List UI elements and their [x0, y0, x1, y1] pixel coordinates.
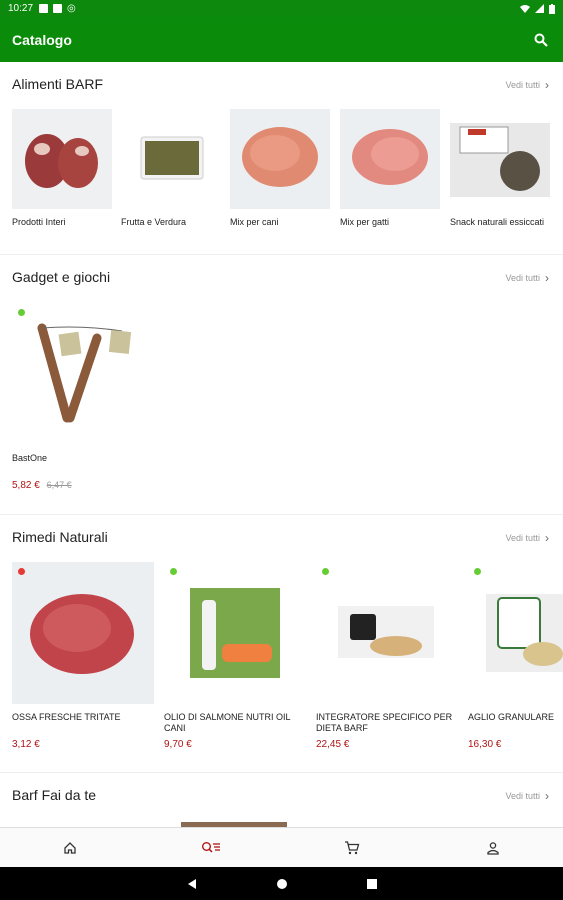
section-title: Gadget e giochi — [12, 269, 111, 285]
product-old-price: 6,47 € — [46, 480, 72, 490]
product-image — [316, 562, 458, 704]
product-price: 9,70 € — [164, 739, 192, 750]
page-title: Catalogo — [12, 31, 72, 48]
see-all-button[interactable]: Vedi tutti › — [505, 78, 549, 92]
product-card[interactable]: INTEGRATORE SPECIFICO PER DIETA BARF 22,… — [316, 562, 458, 750]
wifi-icon — [520, 5, 530, 13]
recents-icon[interactable] — [366, 878, 378, 890]
see-all-label: Vedi tutti — [505, 80, 540, 90]
catalog-search-icon — [202, 841, 221, 853]
section-title: Alimenti BARF — [12, 76, 104, 92]
availability-dot — [170, 568, 177, 575]
see-all-button[interactable]: Vedi tutti › — [505, 531, 549, 545]
category-label: Snack naturali essiccati — [450, 217, 545, 227]
signal-icon — [535, 4, 544, 13]
category-image — [12, 109, 112, 209]
category-label: Frutta e Verdura — [121, 217, 187, 227]
chevron-right-icon: › — [545, 531, 549, 545]
section-barf-fai-da-te: Barf Fai da te Vedi tutti › — [0, 773, 563, 827]
category-label: Prodotti Interi — [12, 217, 66, 227]
see-all-button[interactable]: Vedi tutti › — [505, 789, 549, 803]
product-price: 22,45 € — [316, 739, 350, 750]
search-icon — [534, 33, 548, 47]
category-item[interactable]: Snack naturali essiccati — [450, 109, 550, 228]
home-circle-icon[interactable] — [276, 878, 288, 890]
status-time: 10:27 — [8, 3, 34, 14]
sd-card-icon — [53, 4, 63, 13]
account-icon — [486, 841, 499, 855]
status-bar: 10:27 ◎ — [0, 0, 563, 17]
product-image — [12, 303, 154, 445]
availability-dot — [322, 568, 329, 575]
product-image — [164, 562, 306, 704]
see-all-label: Vedi tutti — [505, 533, 540, 543]
product-price-row: 5,82 € 6,47 € — [12, 480, 154, 491]
tab-cart[interactable] — [332, 828, 372, 868]
product-card[interactable]: OSSA FRESCHE TRITATE 3,12 € — [12, 562, 154, 750]
product-card[interactable]: BastOne 5,82 € 6,47 € — [12, 303, 154, 491]
category-image — [121, 109, 221, 209]
product-name: AGLIO GRANULARE — [468, 712, 555, 722]
back-icon[interactable] — [186, 878, 198, 890]
tab-account[interactable] — [473, 828, 513, 868]
category-image — [230, 109, 330, 209]
availability-dot — [474, 568, 481, 575]
category-item[interactable]: Prodotti Interi — [12, 109, 112, 228]
see-all-label: Vedi tutti — [505, 273, 540, 283]
tab-catalog[interactable] — [191, 828, 231, 868]
product-image — [468, 562, 563, 704]
product-image — [12, 562, 154, 704]
product-name: OSSA FRESCHE TRITATE — [12, 712, 121, 722]
bottom-navigation — [0, 827, 563, 867]
battery-icon — [549, 3, 555, 14]
catalog-content[interactable]: Alimenti BARF Vedi tutti › Prodotti Inte… — [0, 62, 563, 827]
availability-dot — [18, 309, 25, 316]
category-image — [450, 109, 550, 209]
sync-icon: ◎ — [67, 3, 76, 14]
see-all-label: Vedi tutti — [505, 791, 540, 801]
chevron-right-icon: › — [545, 78, 549, 92]
product-name: OLIO DI SALMONE NUTRI OIL cani — [164, 712, 291, 733]
product-price: 3,12 € — [12, 739, 40, 750]
product-price: 5,82 € — [12, 480, 40, 491]
category-item[interactable]: Mix per cani — [230, 109, 330, 228]
category-image — [340, 109, 440, 209]
product-name: BastOne — [12, 453, 48, 463]
home-icon — [64, 841, 77, 854]
section-alimenti-barf: Alimenti BARF Vedi tutti › Prodotti Inte… — [0, 62, 563, 255]
notification-icon — [39, 4, 49, 13]
section-title: Barf Fai da te — [12, 787, 97, 803]
chevron-right-icon: › — [545, 271, 549, 285]
search-button[interactable] — [531, 30, 551, 50]
tab-home[interactable] — [50, 828, 90, 868]
category-label: Mix per cani — [230, 217, 279, 227]
product-card[interactable]: AGLIO GRANULARE 16,30 € — [468, 562, 563, 750]
category-item[interactable]: Mix per gatti — [340, 109, 440, 228]
cart-icon — [344, 840, 360, 854]
section-gadget-giochi: Gadget e giochi Vedi tutti › BastOne 5,8… — [0, 255, 563, 515]
product-name: INTEGRATORE SPECIFICO PER DIETA BARF — [316, 712, 453, 733]
product-price: 16,30 € — [468, 739, 502, 750]
section-rimedi-naturali: Rimedi Naturali Vedi tutti › OSSA FRESCH… — [0, 515, 563, 773]
app-bar: Catalogo — [0, 17, 563, 62]
category-item[interactable]: Frutta e Verdura — [121, 109, 221, 228]
category-label: Mix per gatti — [340, 217, 390, 227]
see-all-button[interactable]: Vedi tutti › — [505, 271, 549, 285]
section-title: Rimedi Naturali — [12, 529, 108, 545]
system-navigation-bar — [0, 867, 563, 900]
chevron-right-icon: › — [545, 789, 549, 803]
product-card[interactable]: OLIO DI SALMONE NUTRI OIL cani 9,70 € — [164, 562, 306, 750]
availability-dot — [18, 568, 25, 575]
